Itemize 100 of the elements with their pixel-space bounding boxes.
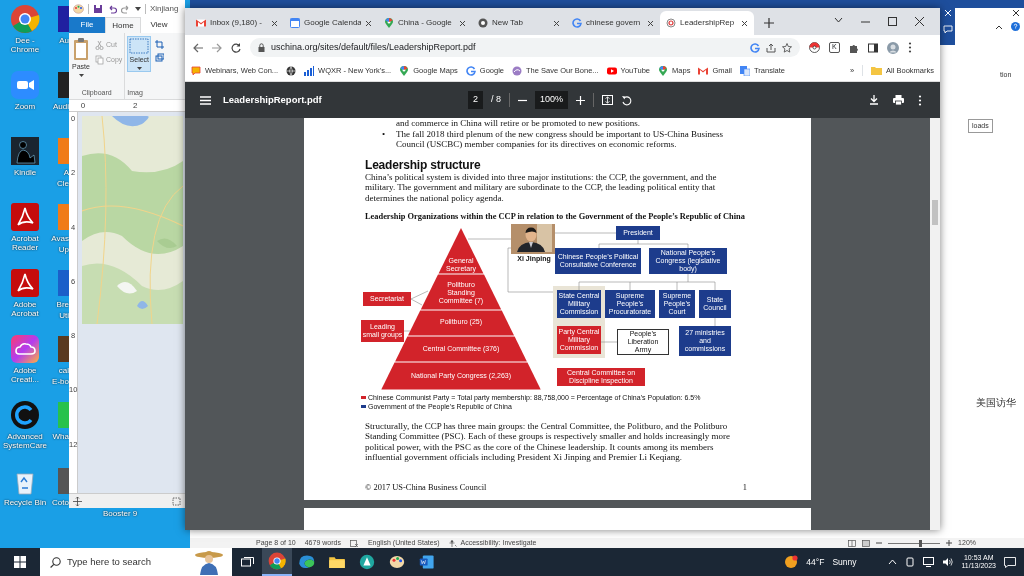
sail-app-icon[interactable] bbox=[358, 553, 376, 571]
volume-icon[interactable] bbox=[942, 557, 954, 567]
document-app-icon[interactable] bbox=[10, 268, 40, 298]
proofing-icon[interactable] bbox=[349, 539, 359, 547]
bullet-mark: • bbox=[382, 128, 386, 139]
reader-icon[interactable] bbox=[10, 136, 40, 166]
round-logo-icon[interactable] bbox=[268, 552, 286, 570]
weather-icon[interactable] bbox=[784, 555, 799, 569]
chevron-down-icon[interactable] bbox=[834, 17, 843, 23]
mail-icon bbox=[698, 65, 709, 76]
search-bar[interactable]: Type here to search bbox=[40, 548, 232, 576]
app-icon[interactable] bbox=[58, 4, 69, 34]
selection-size-icon bbox=[172, 496, 181, 506]
cloud-app-icon[interactable] bbox=[10, 334, 40, 364]
palette-icon[interactable] bbox=[388, 553, 406, 571]
browser-tab[interactable]: chinese govern bbox=[566, 11, 660, 35]
lock-icon bbox=[258, 43, 265, 52]
browser-tab[interactable]: LeadershipRep bbox=[660, 11, 754, 35]
undo-icon[interactable] bbox=[107, 3, 117, 14]
ball-icon[interactable] bbox=[809, 42, 820, 53]
close-icon[interactable] bbox=[459, 19, 466, 27]
close-icon[interactable] bbox=[365, 19, 372, 27]
close-icon[interactable] bbox=[647, 19, 654, 27]
new-tab-icon[interactable] bbox=[764, 18, 774, 28]
document-text: 美国访华 bbox=[976, 396, 1017, 410]
close-icon[interactable] bbox=[1012, 9, 1020, 17]
file-name: LeadershipReport.pdf bbox=[223, 92, 322, 107]
close-icon[interactable] bbox=[271, 19, 278, 27]
resize-icon[interactable] bbox=[155, 53, 165, 62]
menu-icon[interactable] bbox=[200, 95, 211, 105]
reload-icon[interactable] bbox=[231, 42, 241, 53]
address-bar[interactable]: uschina.org/sites/default/files/LeadershipReport.pdf bbox=[250, 38, 800, 57]
scrollbar-thumb[interactable] bbox=[932, 200, 938, 225]
wave-app-icon[interactable] bbox=[298, 553, 316, 571]
bullet-text: and commerce in China will retire or be promoted to new positions. bbox=[396, 118, 640, 129]
download-icon[interactable] bbox=[869, 94, 879, 105]
device-icon[interactable] bbox=[905, 557, 916, 567]
more-icon[interactable] bbox=[907, 42, 912, 53]
browser-tab[interactable]: Google Calenda bbox=[284, 11, 378, 35]
bullet-text: The fall 2018 third plenum of the new congress should be important to US-China Business Council (USCBC) member companies for its directives on economic reforms. bbox=[396, 128, 724, 150]
round-logo-icon[interactable] bbox=[10, 4, 40, 34]
start-icon[interactable] bbox=[14, 556, 26, 568]
app-icon[interactable] bbox=[58, 70, 69, 100]
rotate-icon[interactable] bbox=[621, 94, 633, 106]
task-view-icon[interactable] bbox=[240, 556, 254, 568]
chevron-up-icon[interactable] bbox=[995, 23, 1003, 30]
forward-icon[interactable] bbox=[212, 42, 222, 53]
page-number: 1 bbox=[742, 482, 747, 494]
star-icon[interactable] bbox=[782, 42, 792, 53]
scissors-icon bbox=[95, 40, 104, 51]
comment-icon[interactable] bbox=[942, 25, 953, 34]
share-icon[interactable] bbox=[766, 42, 776, 53]
help-icon[interactable] bbox=[1011, 22, 1020, 31]
close-icon[interactable] bbox=[553, 19, 560, 27]
ribbon-tab[interactable]: View bbox=[141, 17, 177, 33]
print-icon[interactable] bbox=[893, 94, 904, 105]
temperature[interactable]: 44°F bbox=[806, 555, 825, 569]
search-field[interactable]: Type here to search bbox=[67, 554, 186, 570]
move-icon bbox=[73, 496, 82, 506]
crop-icon[interactable] bbox=[155, 40, 165, 49]
maximize-icon[interactable] bbox=[888, 17, 897, 26]
caret-icon[interactable] bbox=[135, 6, 141, 11]
file-menu-tab[interactable]: File bbox=[69, 17, 105, 33]
close-icon[interactable] bbox=[741, 19, 748, 27]
browser-tab[interactable]: Inbox (9,180) - bbox=[190, 11, 284, 35]
more-icon[interactable] bbox=[918, 94, 922, 106]
avatar-icon[interactable] bbox=[886, 41, 899, 54]
network-icon[interactable] bbox=[923, 557, 935, 567]
ring-app-icon[interactable] bbox=[10, 400, 40, 430]
side-panel-icon[interactable] bbox=[867, 42, 878, 53]
play-icon bbox=[606, 65, 617, 76]
accessibility-icon[interactable] bbox=[448, 539, 457, 547]
app-icon[interactable] bbox=[58, 334, 69, 364]
fit-page-icon[interactable] bbox=[602, 95, 614, 105]
document-app-icon[interactable] bbox=[10, 202, 40, 232]
page-total: / 8 bbox=[491, 93, 502, 107]
back-icon[interactable] bbox=[193, 42, 203, 53]
print-layout-icon[interactable] bbox=[862, 539, 871, 547]
chevron-up-icon[interactable] bbox=[888, 559, 898, 565]
notification-icon[interactable] bbox=[1004, 556, 1016, 568]
connector-line bbox=[467, 238, 512, 239]
video-app-icon[interactable] bbox=[10, 70, 40, 100]
close-icon[interactable] bbox=[915, 17, 924, 26]
document-app-icon[interactable] bbox=[418, 553, 436, 571]
app-icon[interactable] bbox=[58, 466, 69, 496]
save-icon[interactable] bbox=[93, 3, 103, 14]
zoom-field[interactable]: 100% bbox=[535, 91, 569, 109]
ring-icon[interactable] bbox=[750, 42, 760, 53]
map-pin-icon bbox=[658, 65, 669, 76]
weather-condition[interactable]: Sunny bbox=[832, 555, 857, 569]
puzzle-icon[interactable] bbox=[848, 42, 859, 53]
read-mode-icon[interactable] bbox=[848, 539, 857, 547]
slider-thumb[interactable] bbox=[918, 539, 922, 547]
window-title: Xinjiang bbox=[150, 2, 179, 15]
browser-tab[interactable]: China - Google bbox=[378, 11, 472, 35]
browser-tab[interactable]: New Tab bbox=[472, 11, 566, 35]
page-number-field[interactable]: 2 bbox=[468, 91, 483, 109]
clipboard-icon bbox=[72, 37, 90, 61]
ribbon-tab[interactable]: Home bbox=[105, 17, 141, 33]
globe-icon[interactable] bbox=[286, 65, 297, 76]
